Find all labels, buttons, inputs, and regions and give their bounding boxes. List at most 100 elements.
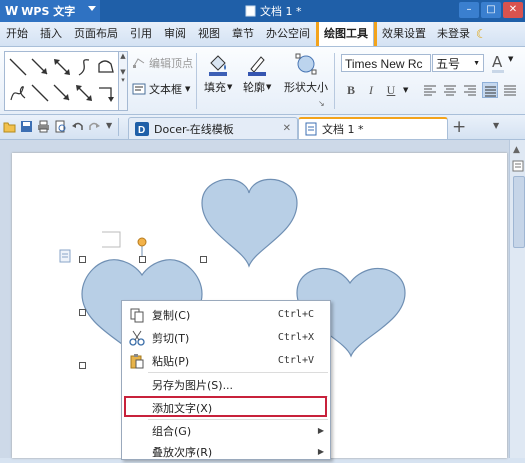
- shape-gallery[interactable]: [4, 51, 120, 111]
- font-color-swatch: [492, 70, 504, 73]
- highlight-box: [124, 396, 327, 417]
- menu-item-paste[interactable]: 粘贴(P) Ctrl+V: [122, 349, 330, 372]
- app-name: WPS 文字: [21, 5, 76, 18]
- minimize-button[interactable]: –: [459, 2, 479, 18]
- submenu-arrow-icon: ▶: [317, 447, 324, 456]
- shape-size-button[interactable]: 形状大小: [284, 53, 328, 95]
- edit-vertex-button[interactable]: 编辑顶点: [132, 55, 193, 71]
- moon-icon[interactable]: ☾: [476, 27, 487, 41]
- resize-handle[interactable]: [200, 256, 207, 263]
- menu-item-group[interactable]: 组合(G) ▶: [122, 419, 330, 442]
- print-preview-icon[interactable]: [54, 120, 67, 133]
- double-arrow-shape-icon[interactable]: [51, 56, 73, 78]
- chevron-down-icon[interactable]: ▼: [508, 55, 513, 63]
- docer-logo-icon: D: [135, 121, 149, 136]
- resize-handle[interactable]: [79, 309, 86, 316]
- align-left-icon[interactable]: [422, 82, 438, 98]
- menu-item-save-as-image[interactable]: 另存为图片(S)...: [122, 373, 330, 396]
- scroll-up-icon[interactable]: ▲: [513, 145, 520, 155]
- menu-effect-settings[interactable]: 效果设置: [374, 22, 431, 46]
- menu-references[interactable]: 引用: [124, 22, 158, 46]
- font-color-icon[interactable]: A: [492, 53, 502, 71]
- heart-shape[interactable]: [201, 178, 298, 268]
- font-size-value: 五号: [436, 57, 461, 71]
- wps-logo-icon: W: [5, 4, 19, 18]
- menu-item-label: 组合(G): [152, 424, 192, 438]
- freeform-shape-icon[interactable]: [95, 56, 117, 78]
- menu-home[interactable]: 开始: [0, 22, 34, 46]
- tab-docer-templates[interactable]: D Docer-在线模板 ✕: [128, 117, 298, 139]
- chevron-down-icon[interactable]: ▼: [403, 86, 408, 94]
- underline-button[interactable]: U: [383, 82, 399, 98]
- window-title: 文档 1 *: [245, 3, 302, 19]
- menu-item-shortcut: Ctrl+C: [277, 309, 314, 320]
- menu-view[interactable]: 视图: [192, 22, 226, 46]
- tab-strip-divider: [118, 118, 119, 136]
- vertical-scrollbar[interactable]: ▲: [509, 140, 525, 458]
- menu-insert[interactable]: 插入: [34, 22, 68, 46]
- undo-icon[interactable]: [71, 120, 84, 133]
- align-right-icon[interactable]: [462, 82, 478, 98]
- corner-connector-icon[interactable]: [95, 82, 117, 104]
- gallery-scroll[interactable]: ▲ ▼ ▾: [118, 51, 128, 111]
- close-icon[interactable]: ✕: [283, 123, 291, 134]
- elbow-arrow-connector-icon[interactable]: [51, 82, 73, 104]
- edit-vertex-icon: [133, 58, 145, 68]
- new-tab-button[interactable]: +: [452, 117, 466, 137]
- chevron-down-icon: ▼: [185, 85, 191, 93]
- menu-item-label: 叠放次序(R): [152, 445, 213, 459]
- resize-handle[interactable]: [79, 256, 86, 263]
- maximize-button[interactable]: □: [481, 2, 501, 18]
- menu-item-order[interactable]: 叠放次序(R) ▶: [122, 440, 330, 463]
- paste-icon: [130, 353, 144, 368]
- rotation-handle[interactable]: [137, 237, 147, 247]
- outline-button[interactable]: 轮廓 ▼: [243, 53, 271, 95]
- italic-button[interactable]: I: [363, 82, 379, 98]
- menu-item-copy[interactable]: 复制(C) Ctrl+C: [122, 303, 330, 326]
- menu-item-label: 另存为图片(S)...: [152, 378, 234, 392]
- scissors-icon: [129, 330, 145, 346]
- fill-button[interactable]: 填充 ▼: [204, 53, 232, 95]
- text-box-button[interactable]: 文本框 ▼: [132, 81, 190, 97]
- align-center-icon[interactable]: [442, 82, 458, 98]
- menu-item-label: 复制(C): [152, 308, 191, 322]
- menu-item-cut[interactable]: 剪切(T) Ctrl+X: [122, 326, 330, 349]
- menu-review[interactable]: 审阅: [158, 22, 192, 46]
- arrow-shape-icon[interactable]: [29, 56, 51, 78]
- font-size-select[interactable]: 五号 ▼: [432, 54, 484, 72]
- font-name-select[interactable]: Times New Rc: [341, 54, 431, 72]
- menu-drawing-tools[interactable]: 绘图工具: [316, 22, 374, 46]
- save-icon[interactable]: [20, 120, 33, 133]
- tab-document-1[interactable]: 文档 1 *: [298, 117, 448, 139]
- context-menu: 复制(C) Ctrl+C 剪切(T) Ctrl+X 粘贴(P) Ctrl+V 另…: [121, 300, 331, 460]
- format-buttons: B I U ▼: [343, 82, 518, 98]
- elbow-connector-icon[interactable]: [29, 82, 51, 104]
- justify-icon[interactable]: [482, 82, 499, 98]
- layout-options-icon[interactable]: [512, 160, 524, 172]
- shape-size-label: 形状大小: [284, 81, 328, 94]
- menu-section[interactable]: 章节: [226, 22, 260, 46]
- curve-shape-icon[interactable]: [73, 56, 95, 78]
- scribble-shape-icon[interactable]: [7, 82, 29, 104]
- app-menu-button[interactable]: W WPS 文字: [0, 0, 100, 22]
- scroll-thumb[interactable]: [513, 176, 525, 248]
- quick-access-dropdown-icon[interactable]: ▼: [106, 121, 112, 130]
- curved-connector-icon[interactable]: [73, 82, 95, 104]
- distributed-align-icon[interactable]: [502, 82, 518, 98]
- menu-office-space[interactable]: 办公空间: [260, 22, 316, 46]
- tab-list-dropdown-icon[interactable]: ▼: [493, 121, 499, 130]
- open-folder-icon[interactable]: [3, 120, 16, 133]
- line-shape-icon[interactable]: [7, 56, 29, 78]
- anchor-icon[interactable]: [59, 249, 71, 263]
- print-icon[interactable]: [37, 120, 50, 133]
- resize-handle[interactable]: [79, 362, 86, 369]
- chevron-down-icon: ▼: [266, 83, 272, 91]
- paint-bucket-icon: [209, 55, 228, 76]
- login-status[interactable]: 未登录: [431, 22, 476, 46]
- bold-button[interactable]: B: [343, 82, 359, 98]
- resize-handle[interactable]: [139, 256, 146, 263]
- close-button[interactable]: ✕: [503, 2, 523, 18]
- menu-page-layout[interactable]: 页面布局: [68, 22, 124, 46]
- shape-size-dialog-launcher-icon[interactable]: ↘: [318, 99, 325, 108]
- redo-icon[interactable]: [88, 120, 101, 133]
